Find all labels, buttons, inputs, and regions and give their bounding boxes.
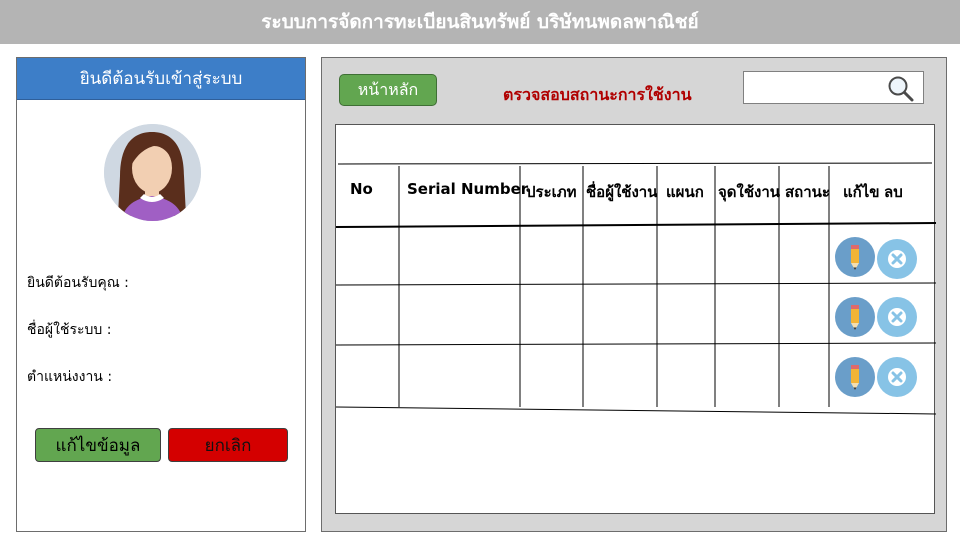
- user-panel: ยินดีต้อนรับเข้าสู่ระบบ ยินดีต้อนรับคุณ …: [16, 57, 306, 532]
- col-header-status: สถานะ: [785, 183, 830, 201]
- delete-row-button[interactable]: [877, 357, 917, 397]
- edit-row-button[interactable]: [835, 297, 875, 337]
- x-icon: [888, 308, 906, 326]
- position-label: ตำแหน่งงาน :: [27, 369, 113, 385]
- x-icon: [888, 368, 906, 386]
- user-avatar: [104, 124, 201, 221]
- col-header-department: แผนก: [666, 183, 704, 201]
- col-header-edit: แก้ไข: [843, 183, 880, 201]
- search-input[interactable]: [744, 72, 884, 103]
- welcome-label: ยินดีต้อนรับคุณ :: [27, 275, 129, 291]
- edit-row-button[interactable]: [835, 237, 875, 277]
- delete-row-button[interactable]: [877, 239, 917, 279]
- title-bar: ระบบการจัดการทะเบียนสินทรัพย์ บริษัทนพดล…: [0, 0, 960, 44]
- home-button[interactable]: หน้าหลัก: [339, 74, 437, 106]
- pencil-icon: [851, 245, 859, 270]
- status-title: ตรวจสอบสถานะการใช้งาน: [503, 85, 692, 104]
- search-box: [743, 71, 924, 104]
- edit-profile-button[interactable]: แก้ไขข้อมูล: [35, 428, 161, 462]
- username-label: ชื่อผู้ใช้ระบบ :: [27, 322, 112, 338]
- pencil-icon: [851, 365, 859, 390]
- status-panel: หน้าหลัก ตรวจสอบสถานะการใช้งาน No Serial…: [321, 57, 947, 532]
- app-title: ระบบการจัดการทะเบียนสินทรัพย์ บริษัทนพดล…: [261, 11, 699, 33]
- search-icon[interactable]: [887, 75, 915, 103]
- welcome-header: ยินดีต้อนรับเข้าสู่ระบบ: [17, 58, 305, 100]
- col-header-user: ชื่อผู้ใช้งาน: [586, 183, 658, 201]
- col-header-no: No: [350, 180, 373, 198]
- delete-row-button[interactable]: [877, 297, 917, 337]
- col-header-location: จุดใช้งาน: [718, 183, 781, 201]
- asset-status-table: No Serial Number ประเภท ชื่อผู้ใช้งาน แผ…: [335, 124, 936, 514]
- edit-row-button[interactable]: [835, 357, 875, 397]
- col-header-delete: ลบ: [884, 183, 903, 201]
- cancel-button[interactable]: ยกเลิก: [168, 428, 288, 462]
- x-icon: [888, 250, 906, 268]
- col-header-type: ประเภท: [526, 183, 577, 201]
- col-header-serial: Serial Number: [407, 180, 529, 198]
- pencil-icon: [851, 305, 859, 330]
